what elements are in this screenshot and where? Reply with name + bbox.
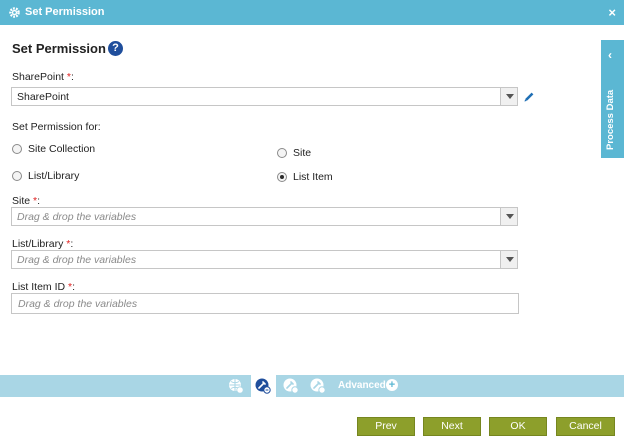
list-item-id-label: List Item ID *:	[12, 281, 76, 293]
list-item-id-placeholder: Drag & drop the variables	[18, 298, 138, 310]
list-library-placeholder: Drag & drop the variables	[17, 254, 137, 266]
chevron-left-icon[interactable]: ‹	[608, 48, 612, 62]
radio-indicator[interactable]	[12, 144, 22, 154]
sharepoint-select-value: SharePoint	[17, 91, 69, 103]
radio-site[interactable]: Site	[277, 147, 311, 159]
bottom-toolbar: Advanced +	[0, 375, 624, 397]
site-label: Site *:	[12, 195, 41, 207]
chevron-down-icon[interactable]	[500, 88, 517, 105]
radio-list-item[interactable]: List Item	[277, 171, 333, 183]
radio-list-library[interactable]: List/Library	[12, 170, 79, 182]
close-icon[interactable]: ×	[608, 5, 616, 20]
list-item-id-input[interactable]: Drag & drop the variables	[11, 293, 519, 314]
tools-active-icon[interactable]	[255, 378, 271, 394]
radio-label: Site Collection	[28, 143, 96, 155]
cancel-button[interactable]: Cancel	[556, 417, 615, 436]
ok-button[interactable]: OK	[489, 417, 547, 436]
form-content: Set Permission ? SharePoint *: SharePoin…	[0, 25, 624, 375]
window-title: Set Permission	[25, 6, 105, 18]
advanced-link[interactable]: Advanced	[338, 380, 386, 391]
set-permission-for-label: Set Permission for:	[12, 121, 101, 133]
radio-indicator-selected[interactable]	[277, 172, 287, 182]
globe-settings-icon[interactable]	[228, 378, 244, 394]
list-library-label: List/Library *:	[12, 238, 74, 250]
edit-pencil-icon[interactable]	[522, 90, 536, 104]
radio-indicator[interactable]	[12, 171, 22, 181]
help-icon[interactable]: ?	[108, 41, 123, 56]
window-titlebar: Set Permission ×	[0, 0, 624, 25]
sharepoint-select[interactable]: SharePoint	[11, 87, 518, 106]
sharepoint-label: SharePoint *:	[12, 71, 74, 83]
site-placeholder: Drag & drop the variables	[17, 211, 137, 223]
chevron-down-icon[interactable]	[500, 251, 517, 268]
page-title: Set Permission	[12, 41, 106, 56]
tools-extra-icon[interactable]	[310, 378, 326, 394]
radio-indicator[interactable]	[277, 148, 287, 158]
site-select[interactable]: Drag & drop the variables	[11, 207, 518, 226]
radio-label: List Item	[293, 171, 333, 183]
radio-label: List/Library	[28, 170, 80, 182]
plus-icon[interactable]: +	[386, 379, 398, 391]
process-data-label: Process Data	[605, 89, 616, 150]
radio-label: Site	[293, 147, 312, 159]
list-library-select[interactable]: Drag & drop the variables	[11, 250, 518, 269]
chevron-down-icon[interactable]	[500, 208, 517, 225]
process-data-tab[interactable]: ‹ Process Data	[601, 40, 624, 158]
footer: Prev Next OK Cancel	[0, 397, 624, 445]
next-button[interactable]: Next	[423, 417, 481, 436]
gear-icon	[9, 7, 20, 18]
radio-site-collection[interactable]: Site Collection	[12, 143, 95, 155]
tools-icon[interactable]	[283, 378, 299, 394]
prev-button[interactable]: Prev	[357, 417, 415, 436]
